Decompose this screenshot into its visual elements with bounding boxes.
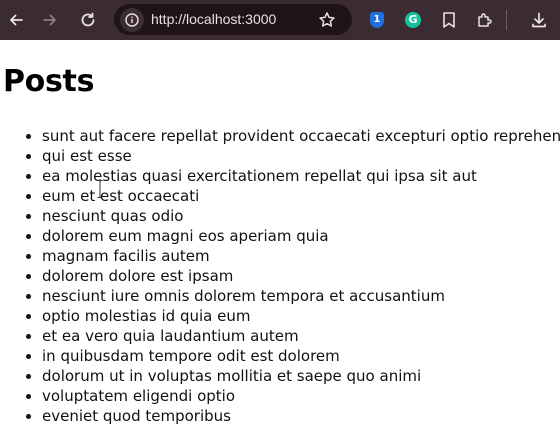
post-title: qui est esse	[42, 147, 132, 165]
grammarly-extension-icon[interactable]: G	[401, 8, 425, 32]
extensions-puzzle-icon[interactable]	[473, 8, 497, 32]
bullet	[26, 354, 31, 359]
list-item: dolorem dolore est ipsam	[26, 266, 560, 286]
post-title: voluptatem eligendi optio	[42, 387, 236, 405]
text-cursor-icon	[97, 180, 103, 198]
bullet	[26, 414, 31, 419]
post-title: in quibusdam tempore odit est dolorem	[42, 347, 340, 365]
list-item: nesciunt quas odio	[26, 206, 560, 226]
bookmark-star-icon[interactable]	[315, 8, 339, 32]
forward-icon[interactable]	[38, 8, 62, 32]
bullet	[26, 374, 31, 379]
post-title: magnam facilis autem	[42, 247, 210, 265]
password-extension-icon[interactable]: 1	[365, 8, 389, 32]
bullet	[26, 254, 31, 259]
toolbar-separator	[506, 10, 507, 30]
bullet	[26, 294, 31, 299]
list-item: dolorem eum magni eos aperiam quia	[26, 226, 560, 246]
post-title: sunt aut facere repellat provident occae…	[42, 127, 560, 145]
reading-list-icon[interactable]	[437, 8, 461, 32]
list-item: eum et est occaecati	[26, 186, 560, 206]
site-info-icon[interactable]	[120, 8, 144, 32]
page-title: Posts	[3, 64, 95, 99]
bullet	[26, 174, 31, 179]
bullet	[26, 334, 31, 339]
bullet	[26, 214, 31, 219]
list-item: sunt aut facere repellat provident occae…	[26, 126, 560, 146]
post-list: sunt aut facere repellat provident occae…	[26, 126, 560, 424]
bullet	[26, 194, 31, 199]
bullet	[26, 134, 31, 139]
post-title: eveniet quod temporibus	[42, 407, 231, 424]
page-content: Posts sunt aut facere repellat provident…	[0, 40, 560, 424]
post-title: ea molestias quasi exercitationem repell…	[42, 167, 477, 185]
post-title: dolorum ut in voluptas mollitia et saepe…	[42, 367, 422, 385]
post-title: optio molestias id quia eum	[42, 307, 251, 325]
bullet	[26, 234, 31, 239]
post-title: et ea vero quia laudantium autem	[42, 327, 299, 345]
back-icon[interactable]	[4, 8, 28, 32]
list-item: voluptatem eligendi optio	[26, 386, 560, 406]
list-item: qui est esse	[26, 146, 560, 166]
list-item: et ea vero quia laudantium autem	[26, 326, 560, 346]
post-title: eum et est occaecati	[42, 187, 200, 205]
list-item: optio molestias id quia eum	[26, 306, 560, 326]
bullet	[26, 154, 31, 159]
url-text: http://localhost:3000	[151, 11, 277, 27]
bullet	[26, 314, 31, 319]
list-item: ea molestias quasi exercitationem repell…	[26, 166, 560, 186]
download-icon[interactable]	[527, 8, 551, 32]
list-item: eveniet quod temporibus	[26, 406, 560, 424]
list-item: nesciunt iure omnis dolorem tempora et a…	[26, 286, 560, 306]
list-item: in quibusdam tempore odit est dolorem	[26, 346, 560, 366]
reload-icon[interactable]	[76, 8, 100, 32]
post-title: nesciunt quas odio	[42, 207, 184, 225]
post-title: nesciunt iure omnis dolorem tempora et a…	[42, 287, 445, 305]
list-item: magnam facilis autem	[26, 246, 560, 266]
post-title: dolorem eum magni eos aperiam quia	[42, 227, 329, 245]
list-item: dolorum ut in voluptas mollitia et saepe…	[26, 366, 560, 386]
bullet	[26, 394, 31, 399]
post-title: dolorem dolore est ipsam	[42, 267, 234, 285]
bullet	[26, 274, 31, 279]
browser-toolbar: http://localhost:3000 1 G	[0, 0, 560, 40]
